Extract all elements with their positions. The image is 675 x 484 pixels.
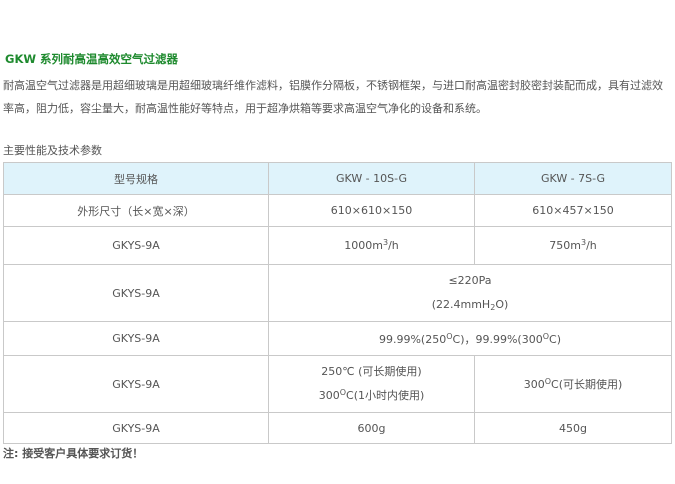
row-label-airflow: GKYS-9A	[3, 226, 269, 265]
row-label-temperature: GKYS-9A	[3, 355, 269, 413]
table-header-row: 型号规格 GKW - 10S-G GKW - 7S-G	[3, 162, 672, 195]
airflow-7s-value: 750m	[549, 239, 581, 252]
table-row: 外形尺寸（长×宽×深） 610×610×150 610×457×150	[3, 194, 672, 227]
airflow-7s-unit: /h	[586, 239, 597, 252]
temperature-10s-line-2: 300OC(1小时内使用)	[269, 384, 474, 408]
temperature-10s-line-1: 250℃ (可长期使用)	[321, 365, 422, 378]
cell-resistance: ≤220Pa (22.4mmH2O)	[268, 264, 672, 322]
resistance-mmh: (22.4mmH	[431, 298, 491, 311]
table-row: GKYS-9A 99.99%(250OC)，99.99%(300OC)	[3, 321, 672, 356]
cell-size-7s: 610×457×150	[474, 194, 672, 227]
table-row: GKYS-9A 600g 450g	[3, 412, 672, 444]
airflow-10s-value: 1000m	[344, 239, 383, 252]
cell-weight-10s: 600g	[268, 412, 475, 444]
row-label-efficiency: GKYS-9A	[3, 321, 269, 356]
header-cell-model: 型号规格	[3, 162, 269, 195]
temperature-7s-value: 300	[523, 378, 545, 391]
temperature-10s-note: C(1小时内使用)	[346, 389, 425, 402]
spec-table: 型号规格 GKW - 10S-G GKW - 7S-G 外形尺寸（长×宽×深） …	[3, 162, 672, 444]
page-title: GKW 系列耐高温高效空气过滤器	[5, 52, 179, 66]
resistance-line-2: (22.4mmH2O)	[269, 293, 671, 317]
efficiency-part-c: C)	[549, 332, 561, 346]
table-row: GKYS-9A ≤220Pa (22.4mmH2O)	[3, 264, 672, 322]
section-heading: 主要性能及技术参数	[3, 144, 102, 157]
temperature-10s-value: 300	[318, 389, 340, 402]
temperature-7s-note: C(可长期使用)	[551, 378, 623, 391]
table-row: GKYS-9A 1000m3/h 750m3/h	[3, 226, 672, 265]
product-description: 耐高温空气过滤器是用超细玻璃是用超细玻璃纤维作滤料，铝膜作分隔板，不锈钢框架，与…	[3, 79, 663, 115]
efficiency-part-b: C)，99.99%(300	[452, 332, 543, 346]
row-label-resistance: GKYS-9A	[3, 264, 269, 322]
resistance-line-1: ≤220Pa	[448, 274, 492, 287]
order-note: 注: 接受客户具体要求订货！	[3, 447, 144, 460]
cell-size-10s: 610×610×150	[268, 194, 475, 227]
header-cell-10s: GKW - 10S-G	[268, 162, 475, 195]
row-label-size: 外形尺寸（长×宽×深）	[3, 194, 269, 227]
cell-weight-7s: 450g	[474, 412, 672, 444]
cell-temperature-7s: 300OC(可长期使用)	[474, 355, 672, 413]
efficiency-part-a: 99.99%(250	[378, 332, 447, 346]
table-row: GKYS-9A 250℃ (可长期使用) 300OC(1小时内使用) 300OC…	[3, 355, 672, 413]
header-cell-7s: GKW - 7S-G	[474, 162, 672, 195]
resistance-o: O)	[495, 298, 509, 311]
cell-airflow-10s: 1000m3/h	[268, 226, 475, 265]
cell-temperature-10s: 250℃ (可长期使用) 300OC(1小时内使用)	[268, 355, 475, 413]
row-label-weight: GKYS-9A	[3, 412, 269, 444]
airflow-10s-unit: /h	[388, 239, 399, 252]
cell-efficiency: 99.99%(250OC)，99.99%(300OC)	[268, 321, 672, 356]
cell-airflow-7s: 750m3/h	[474, 226, 672, 265]
